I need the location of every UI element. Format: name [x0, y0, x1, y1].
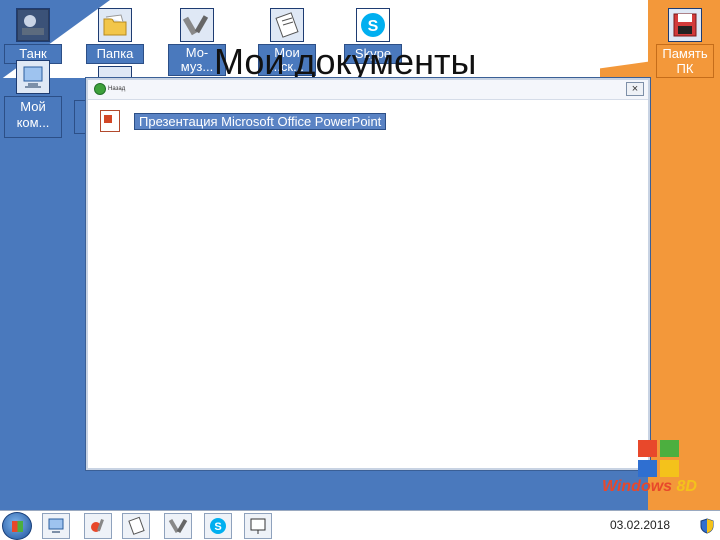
desktop-icon-tank[interactable]: Танк — [4, 8, 62, 64]
taskbar-computer-icon[interactable] — [42, 513, 70, 539]
powerpoint-file-icon — [100, 110, 120, 132]
logo-text: Windows — [602, 478, 673, 495]
documents-icon — [270, 8, 304, 42]
memory-label: Память ПК — [656, 44, 714, 78]
folder-icon — [98, 8, 132, 42]
taskbar-presentation-icon[interactable] — [244, 513, 272, 539]
my-computer-label-line2: ком... — [16, 115, 50, 130]
taskbar-documents-icon[interactable] — [122, 513, 150, 539]
security-shield-icon[interactable] — [700, 518, 714, 534]
taskbar: S 03.02.2018 — [0, 510, 720, 540]
start-button[interactable] — [2, 512, 32, 540]
windows-logo-text: Windows 8D — [602, 478, 697, 496]
tank-icon — [16, 8, 50, 42]
taskbar-paint-icon[interactable] — [84, 513, 112, 539]
music-tools-icon — [180, 8, 214, 42]
desktop-icon-my-computer[interactable]: Мой ком... — [4, 60, 62, 138]
desktop-icon-memory[interactable]: Память ПК — [656, 8, 714, 78]
back-label: Назад — [108, 86, 126, 92]
logo-version: 8D — [676, 478, 697, 495]
close-button[interactable]: × — [626, 82, 644, 96]
file-item-powerpoint[interactable]: Презентация Microsoft Office PowerPoint — [100, 110, 387, 132]
memory-label-line2: ПК — [676, 61, 694, 76]
my-computer-label-line1: Мой — [20, 99, 46, 114]
tray-date[interactable]: 03.02.2018 — [610, 518, 670, 532]
folder-label: Папка — [86, 44, 144, 64]
desktop-icon-folder[interactable]: Папка — [86, 8, 144, 64]
back-arrow-icon — [94, 83, 106, 95]
taskbar-skype-icon[interactable]: S — [204, 513, 232, 539]
explorer-window[interactable]: Назад × Презентация Microsoft Office Pow… — [86, 78, 650, 470]
svg-text:S: S — [214, 521, 221, 533]
floppy-disk-icon — [668, 8, 702, 42]
window-toolbar: Назад × — [88, 80, 648, 100]
file-label: Презентация Microsoft Office PowerPoint — [134, 112, 387, 130]
back-button[interactable]: Назад — [94, 82, 125, 96]
windows-logo-icon — [638, 440, 682, 480]
my-computer-label: Мой ком... — [4, 96, 62, 138]
memory-label-line1: Память — [662, 46, 708, 61]
skype-icon: S — [356, 8, 390, 42]
taskbar-tools-icon[interactable] — [164, 513, 192, 539]
svg-text:S: S — [368, 18, 379, 35]
computer-icon — [16, 60, 50, 94]
